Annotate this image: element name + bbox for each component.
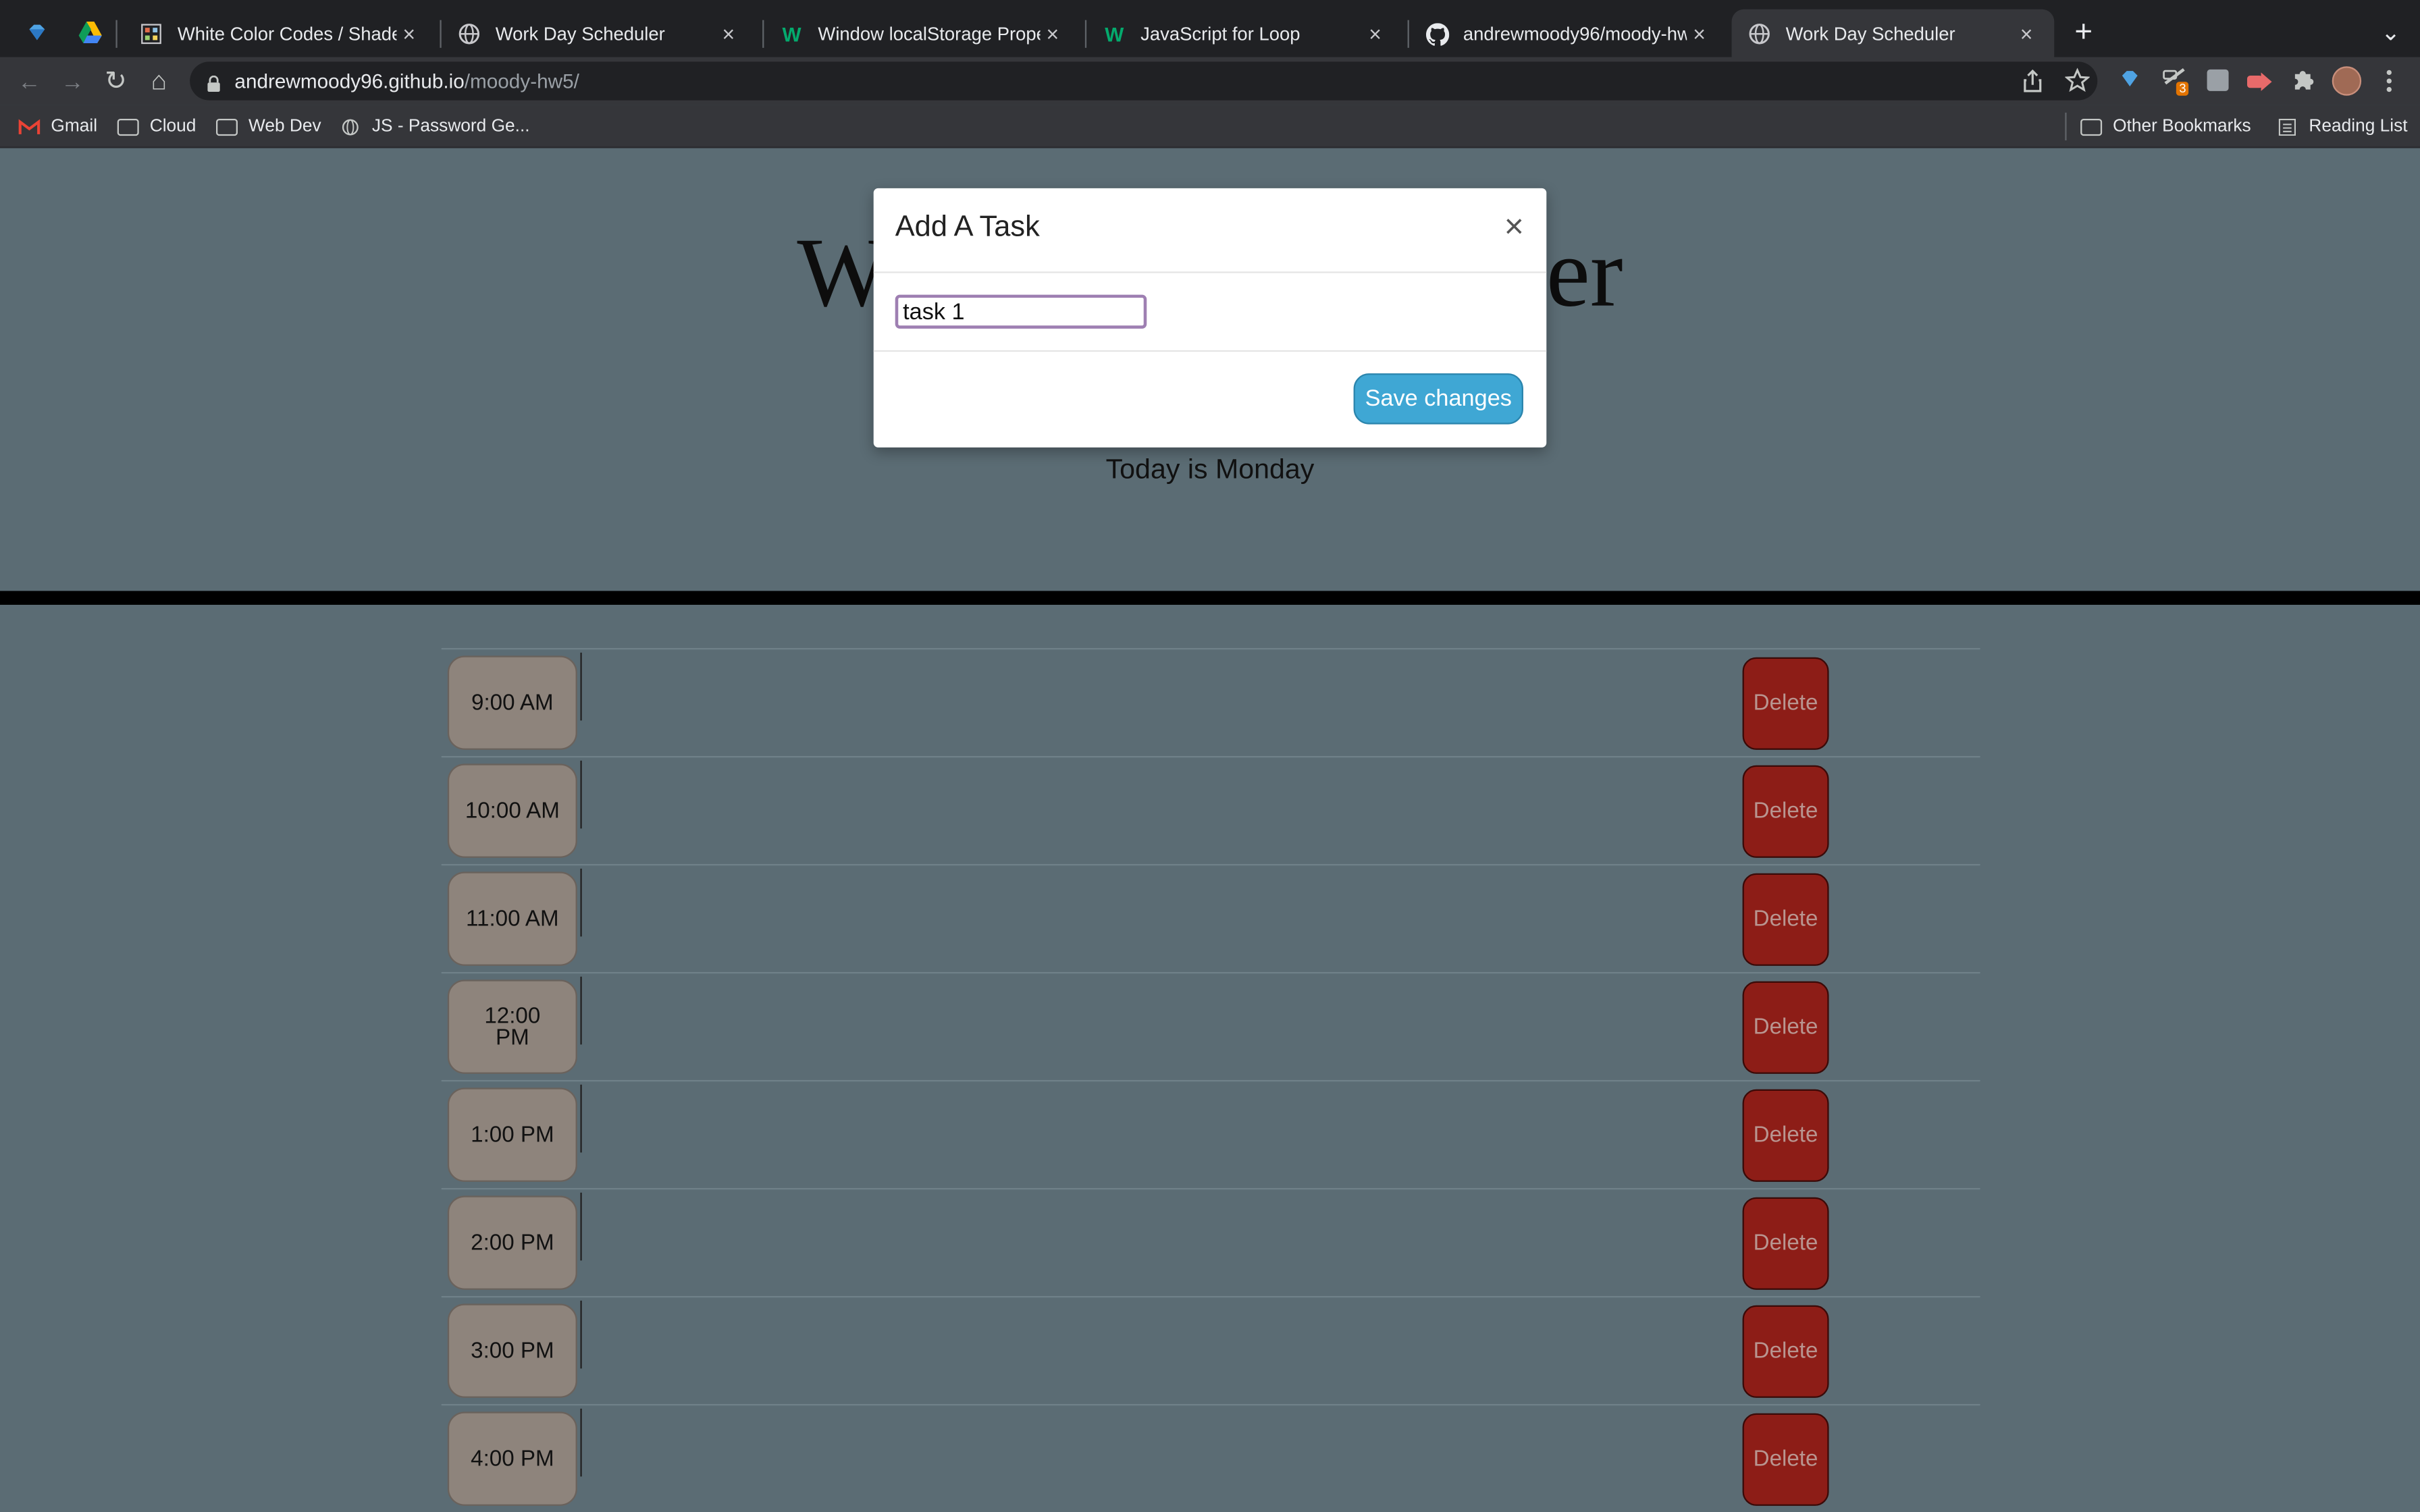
other-bookmarks-label: Other Bookmarks bbox=[2113, 117, 2251, 136]
profile-avatar[interactable] bbox=[2332, 66, 2362, 96]
bookmark-label: Cloud bbox=[149, 117, 196, 136]
tab-github-repo[interactable]: andrewmoody96/moody-hw5: × bbox=[1409, 9, 1727, 59]
new-tab-button[interactable]: + bbox=[2068, 15, 2099, 49]
tab-title: Work Day Scheduler bbox=[495, 23, 665, 45]
reading-list[interactable]: Reading List bbox=[2276, 114, 2408, 139]
tab-work-day-scheduler-active[interactable]: Work Day Scheduler × bbox=[1731, 9, 2055, 59]
tab-work-day-scheduler[interactable]: Work Day Scheduler × bbox=[442, 9, 756, 59]
folder-icon bbox=[117, 117, 139, 136]
gmail-icon bbox=[18, 118, 41, 134]
modal-close-button[interactable]: × bbox=[1497, 209, 1531, 244]
url-path: /moody-hw5/ bbox=[464, 69, 579, 93]
back-button[interactable]: ← bbox=[16, 68, 43, 96]
tab-title: White Color Codes / Shades of bbox=[177, 23, 397, 45]
bookmark-label: JS - Password Ge... bbox=[371, 117, 530, 136]
bookmark-js-password[interactable]: JS - Password Ge... bbox=[340, 114, 530, 139]
extension-arrow-icon[interactable] bbox=[2247, 71, 2272, 99]
other-bookmarks[interactable]: Other Bookmarks bbox=[2080, 114, 2251, 139]
lock-icon[interactable] bbox=[207, 72, 221, 100]
browser-menu-icon[interactable] bbox=[2383, 68, 2395, 94]
tab-close-icon[interactable]: × bbox=[716, 22, 741, 47]
gem-extension-icon[interactable] bbox=[2119, 68, 2140, 97]
gem-icon bbox=[29, 24, 45, 40]
tab-title: andrewmoody96/moody-hw5: bbox=[1463, 23, 1687, 45]
w3schools-icon: W bbox=[782, 22, 801, 46]
bookmark-gmail[interactable]: Gmail bbox=[18, 114, 97, 139]
tab-white-color-codes[interactable]: White Color Codes / Shades of × bbox=[124, 9, 437, 59]
folder-icon bbox=[216, 117, 238, 136]
forward-button[interactable]: → bbox=[59, 68, 86, 96]
tab-separator bbox=[115, 20, 117, 48]
tab-close-icon[interactable]: × bbox=[1687, 22, 1712, 47]
reading-list-icon bbox=[2278, 117, 2296, 136]
modal-footer-divider bbox=[873, 350, 1547, 352]
extension-k-icon[interactable] bbox=[2207, 69, 2229, 91]
extension-badge-icon[interactable]: 3 bbox=[2162, 66, 2193, 97]
google-drive-icon bbox=[78, 22, 101, 43]
tab-close-icon[interactable]: × bbox=[2014, 22, 2039, 47]
bookmark-cloud[interactable]: Cloud bbox=[117, 114, 196, 139]
bookmark-star-icon[interactable] bbox=[2064, 68, 2090, 101]
github-icon bbox=[1425, 22, 1450, 47]
home-button[interactable]: ⌂ bbox=[145, 66, 173, 95]
extensions-puzzle-icon[interactable] bbox=[2292, 68, 2315, 99]
folder-icon bbox=[2080, 117, 2103, 136]
tab-search-button[interactable]: ⌄ bbox=[2377, 17, 2404, 48]
bookmark-web-dev[interactable]: Web Dev bbox=[216, 114, 321, 139]
pinned-tab-gem[interactable] bbox=[17, 12, 57, 52]
share-icon[interactable] bbox=[2022, 69, 2043, 101]
modal-title: Add A Task bbox=[895, 211, 1040, 244]
tab-title: Work Day Scheduler bbox=[1785, 23, 1955, 45]
tab-close-icon[interactable]: × bbox=[1363, 22, 1388, 47]
url-text[interactable]: andrewmoody96.github.io/moody-hw5/ bbox=[234, 70, 579, 92]
globe-icon bbox=[1747, 22, 1772, 47]
w3schools-icon: W bbox=[1105, 22, 1124, 46]
tab-localstorage[interactable]: W Window localStorage Property × bbox=[764, 9, 1080, 59]
tab-title: JavaScript for Loop bbox=[1140, 23, 1300, 45]
save-changes-button[interactable]: Save changes bbox=[1353, 373, 1523, 425]
globe-icon bbox=[457, 22, 482, 47]
tab-close-icon[interactable]: × bbox=[396, 22, 421, 47]
grid-icon bbox=[139, 22, 164, 47]
reading-list-label: Reading List bbox=[2309, 117, 2408, 136]
tab-js-for-loop[interactable]: W JavaScript for Loop × bbox=[1086, 9, 1403, 59]
bookmark-label: Gmail bbox=[51, 117, 98, 136]
url-host: andrewmoody96.github.io bbox=[234, 69, 465, 93]
tab-close-icon[interactable]: × bbox=[1041, 22, 1066, 47]
reload-button[interactable]: ↻ bbox=[102, 66, 130, 95]
tab-title: Window localStorage Property bbox=[818, 23, 1040, 45]
pinned-tab-drive[interactable] bbox=[70, 12, 109, 52]
extension-badge-count: 3 bbox=[2176, 82, 2190, 96]
globe-icon bbox=[342, 118, 359, 135]
task-input[interactable] bbox=[895, 294, 1147, 329]
bookmarks-divider bbox=[2065, 112, 2067, 141]
bookmark-label: Web Dev bbox=[248, 117, 321, 136]
add-task-modal: Add A Task × Save changes bbox=[873, 188, 1547, 448]
